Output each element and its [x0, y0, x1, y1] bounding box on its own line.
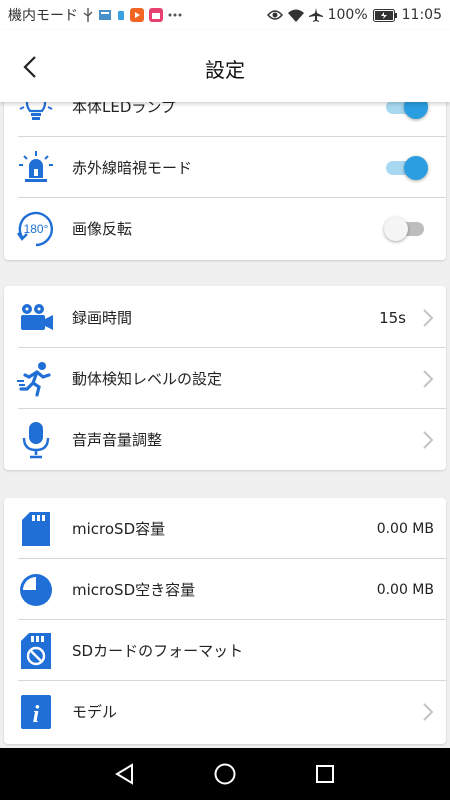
setting-label: microSD空き容量: [72, 581, 196, 599]
chevron-right-icon: [423, 430, 434, 449]
setting-row-led-lamp[interactable]: 本体LEDランプ: [4, 102, 446, 137]
setting-row-infrared[interactable]: 赤外線暗視モード: [4, 137, 446, 198]
video-camera-icon: [16, 298, 56, 338]
setting-row-sd-capacity[interactable]: microSD容量 0.00 MB: [4, 498, 446, 559]
infrared-toggle[interactable]: [384, 155, 428, 180]
setting-label: 動体検知レベルの設定: [72, 370, 223, 388]
recents-square-icon: [316, 765, 334, 783]
rotate-180-icon: 180°: [16, 209, 56, 249]
setting-row-model[interactable]: i モデル: [4, 681, 446, 742]
svg-text:i: i: [33, 702, 40, 728]
setting-label: 画像反転: [72, 220, 133, 238]
chevron-right-icon: [423, 369, 434, 388]
lightbulb-icon: [16, 102, 56, 127]
setting-label: 赤外線暗視モード: [72, 159, 193, 177]
setting-label: microSD容量: [72, 520, 166, 538]
infrared-beacon-icon: [16, 148, 56, 188]
nav-home-button[interactable]: [212, 761, 238, 787]
back-triangle-icon: [115, 763, 133, 785]
more-dots-icon: [168, 13, 182, 17]
small-app-icon: [117, 9, 125, 21]
settings-card-display: 本体LEDランプ 赤外線暗視モード 180° 画像反転: [4, 102, 446, 260]
setting-label: 録画時間: [72, 309, 133, 327]
nav-recents-button[interactable]: [312, 761, 338, 787]
microphone-icon: [16, 420, 56, 460]
setting-row-recording-time[interactable]: 録画時間 15s: [4, 287, 446, 348]
sd-card-icon: [16, 509, 56, 549]
wifi-icon: [287, 9, 304, 22]
app-bar: 設定: [0, 30, 450, 102]
setting-row-audio-volume[interactable]: 音声音量調整: [4, 409, 446, 470]
info-icon: i: [16, 692, 56, 732]
image-flip-toggle[interactable]: [384, 216, 428, 241]
sd-capacity-value: 0.00 MB: [376, 520, 434, 537]
chevron-right-icon: [423, 702, 434, 721]
setting-label: SDカードのフォーマット: [72, 642, 244, 660]
sd-card-format-icon: [16, 631, 56, 671]
setting-label: 本体LEDランプ: [72, 102, 176, 116]
status-bar: 機内モード 100% 11:05: [0, 0, 450, 30]
airplane-mode-text: 機内モード: [8, 8, 78, 24]
settings-content[interactable]: 本体LEDランプ 赤外線暗視モード 180° 画像反転 録画時間 15s 動体検…: [0, 102, 450, 748]
system-nav-bar: [0, 748, 450, 800]
chevron-right-icon: [423, 308, 434, 327]
battery-charging-icon: [372, 8, 397, 22]
calendar-icon: [149, 8, 163, 22]
page-title: 設定: [205, 58, 245, 82]
led-lamp-toggle[interactable]: [384, 102, 428, 119]
status-bar-left: 機内モード: [8, 5, 182, 25]
video-app-icon: [130, 8, 144, 22]
recording-time-value: 15s: [379, 308, 406, 327]
usb-icon: [83, 8, 93, 22]
settings-card-storage: microSD容量 0.00 MB microSD空き容量 0.00 MB SD…: [4, 498, 446, 744]
pie-chart-icon: [16, 570, 56, 610]
clock-time: 11:05: [401, 7, 442, 23]
svg-text:180°: 180°: [24, 222, 49, 236]
settings-card-recording: 録画時間 15s 動体検知レベルの設定 音声音量調整: [4, 286, 446, 470]
airplane-icon: [308, 8, 323, 22]
setting-row-sd-format[interactable]: SDカードのフォーマット: [4, 620, 446, 681]
setting-row-image-flip[interactable]: 180° 画像反転: [4, 198, 446, 259]
sd-free-value: 0.00 MB: [376, 581, 434, 598]
setting-row-motion-detection[interactable]: 動体検知レベルの設定: [4, 348, 446, 409]
setting-label: 音声音量調整: [72, 431, 163, 449]
nav-back-button[interactable]: [112, 761, 138, 787]
eye-icon: [266, 9, 283, 21]
setting-label: モデル: [72, 703, 118, 721]
running-person-icon: [16, 359, 56, 399]
home-circle-icon: [214, 763, 236, 785]
status-bar-right: 100% 11:05: [266, 7, 442, 23]
sim-card-icon: [98, 8, 112, 22]
battery-percent: 100%: [327, 7, 368, 23]
setting-row-sd-free[interactable]: microSD空き容量 0.00 MB: [4, 559, 446, 620]
